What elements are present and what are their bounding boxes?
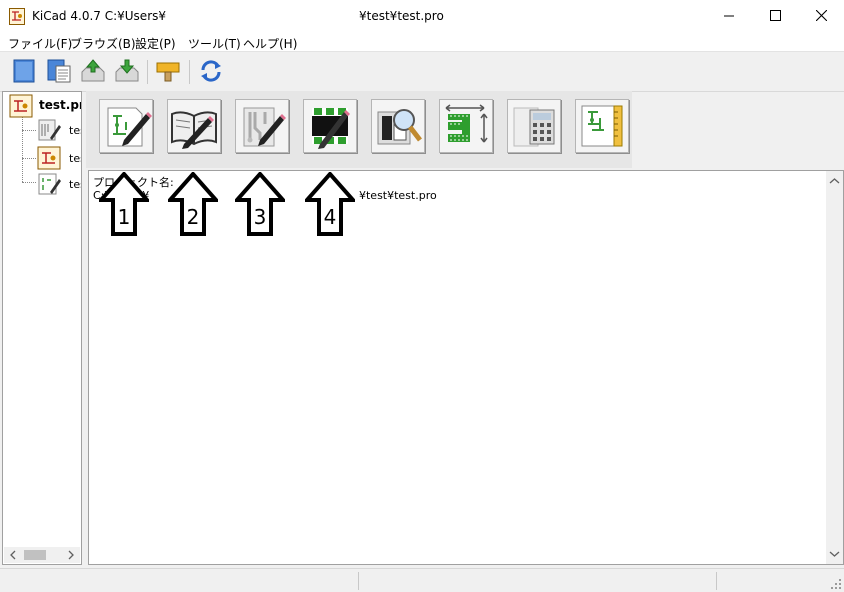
schematic-editor-button[interactable]: [99, 99, 153, 153]
pcb-editor-icon: [243, 107, 286, 147]
edit-file-icon[interactable]: [154, 57, 182, 85]
tree-root-label: test.pro: [39, 98, 81, 112]
refresh-icon[interactable]: [197, 57, 225, 85]
maximize-icon: [769, 10, 781, 21]
menu-browse[interactable]: ブラウズ(B): [70, 35, 136, 52]
menu-preferences[interactable]: 設定(P): [135, 35, 176, 52]
kicad-app-icon: [9, 8, 25, 25]
annotation-label-2: 2: [186, 205, 200, 229]
tree-root-item[interactable]: test.pro: [7, 94, 81, 118]
tree-item-pcb[interactable]: tes: [37, 118, 81, 142]
tree-item-label: tes: [69, 152, 81, 165]
annotation-label-3: 3: [253, 205, 267, 229]
window-title-path: KiCad 4.0.7 C:¥Users¥: [32, 9, 167, 23]
footprint-editor-button[interactable]: [303, 99, 357, 153]
maximize-button[interactable]: [752, 0, 798, 31]
gerber-viewer-button[interactable]: [371, 99, 425, 153]
menu-bar: ファイル(F) ブラウズ(B) 設定(P) ツール(T) ヘルプ(H): [0, 31, 844, 51]
footprint-editor-icon: [312, 108, 350, 149]
pcb-editor-button[interactable]: [235, 99, 289, 153]
schematic-file-icon: [37, 146, 61, 170]
schematic-editor-icon: [107, 107, 152, 147]
symbol-library-editor-icon: [171, 111, 217, 149]
pcb-calculator-icon: [513, 107, 555, 147]
symbol-library-editor-button[interactable]: [167, 99, 221, 153]
pcb-file-icon: [38, 119, 61, 141]
minimize-icon: [723, 15, 734, 17]
close-button[interactable]: [798, 0, 844, 31]
bitmap-to-component-button[interactable]: [439, 99, 493, 153]
project-tree: test.pro tes tes tes: [2, 91, 82, 565]
pcb-calculator-button[interactable]: [507, 99, 561, 153]
message-vertical-scrollbar[interactable]: [826, 171, 843, 564]
scroll-thumb[interactable]: [24, 550, 46, 560]
title-bar: KiCad 4.0.7 C:¥Users¥ ¥test¥test.pro: [0, 0, 844, 31]
project-path-right: ¥test¥test.pro: [359, 189, 437, 202]
tree-connector: [22, 130, 36, 131]
netlist-file-icon: [38, 173, 61, 195]
new-project-from-template-icon[interactable]: [45, 57, 73, 85]
bitmap-to-component-icon: [445, 104, 488, 143]
open-project-icon[interactable]: [79, 57, 107, 85]
annotation-label-4: 4: [323, 205, 337, 229]
tree-item-netlist[interactable]: tes: [37, 172, 81, 196]
tree-item-label: tes: [69, 178, 81, 191]
tree-connector: [22, 158, 36, 159]
tree-horizontal-scrollbar[interactable]: [4, 547, 80, 563]
tree-item-schematic[interactable]: tes: [37, 146, 81, 170]
minimize-button[interactable]: [706, 0, 752, 31]
toolbar-separator: [147, 60, 148, 84]
annotation-label-1: 1: [117, 205, 131, 229]
scroll-up-icon[interactable]: [826, 173, 843, 189]
project-file-icon: [9, 94, 33, 118]
toolbar-separator: [189, 60, 190, 84]
status-bar: [0, 568, 844, 592]
save-project-icon[interactable]: [113, 57, 141, 85]
status-separator: [716, 572, 717, 590]
menu-help[interactable]: ヘルプ(H): [243, 35, 297, 52]
status-separator: [358, 572, 359, 590]
main-toolbar: [0, 51, 844, 92]
tree-connector: [22, 182, 36, 183]
scroll-right-icon[interactable]: [64, 547, 78, 563]
menu-file[interactable]: ファイル(F): [8, 35, 72, 52]
page-layout-editor-icon: [581, 105, 623, 147]
gerber-viewer-icon: [377, 109, 422, 145]
close-icon: [815, 10, 827, 21]
scroll-left-icon[interactable]: [6, 547, 20, 563]
resize-grip-icon[interactable]: [830, 578, 842, 590]
launcher-bar: [86, 91, 632, 168]
page-layout-editor-button[interactable]: [575, 99, 629, 153]
tree-connector: [22, 116, 23, 182]
new-project-icon[interactable]: [10, 57, 38, 85]
scroll-down-icon[interactable]: [826, 546, 843, 562]
menu-tools[interactable]: ツール(T): [188, 35, 241, 52]
tree-item-label: tes: [69, 124, 81, 137]
window-title-project: ¥test¥test.pro: [359, 9, 444, 23]
